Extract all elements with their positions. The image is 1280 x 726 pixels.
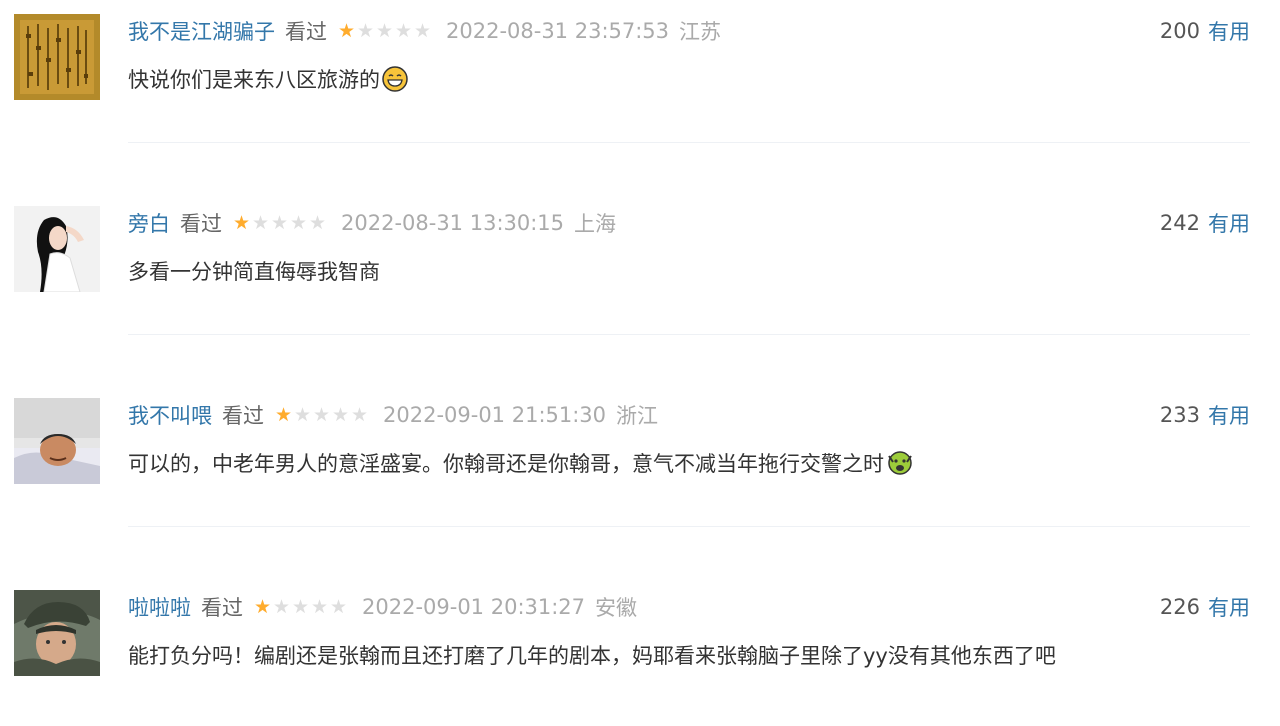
useful-button[interactable]: 有用 [1208, 16, 1250, 46]
rating-stars: ★ ★ ★ ★ ★ [232, 211, 327, 234]
comment-time: 2022-08-31 23:57:53 [446, 19, 670, 43]
comment-time: 2022-09-01 21:51:30 [383, 403, 607, 427]
vote-area: 233 有用 [1160, 399, 1250, 431]
comment-item: 啦啦啦 看过 ★ ★ ★ ★ ★ 2022-09-01 20:31:27 安徽 226 … [0, 576, 1280, 726]
comment-location: 安徽 [595, 596, 638, 620]
rating-stars: ★ ★ ★ ★ ★ [337, 19, 432, 42]
useful-button[interactable]: 有用 [1208, 592, 1250, 622]
star-empty-icon: ★ [350, 403, 369, 426]
scream-face-icon [886, 450, 914, 476]
comment-header: 旁白 看过 ★ ★ ★ ★ ★ 2022-08-31 13:30:15 上海 [128, 207, 616, 239]
comment-text: 可以的，中老年男人的意淫盛宴。你翰哥还是你翰哥，意气不减当年拖行交警之时 [128, 452, 884, 476]
star-empty-icon: ★ [413, 19, 432, 42]
star-empty-icon: ★ [375, 19, 394, 42]
watch-status: 看过 [180, 212, 222, 236]
vote-area: 200 有用 [1160, 15, 1250, 47]
comment-location: 上海 [574, 212, 617, 236]
avatar[interactable] [14, 590, 100, 676]
star-empty-icon: ★ [270, 211, 289, 234]
comment-content: 能打负分吗！编剧还是张翰而且还打磨了几年的剧本，妈耶看来张翰脑子里除了yy没有其… [128, 639, 1056, 671]
star-empty-icon: ★ [356, 19, 375, 42]
comment-location: 江苏 [679, 20, 722, 44]
username-link[interactable]: 旁白 [128, 208, 170, 238]
comment-item: 旁白 看过 ★ ★ ★ ★ ★ 2022-08-31 13:30:15 上海 242 有… [0, 192, 1280, 342]
star-empty-icon: ★ [272, 595, 291, 618]
rating-stars: ★ ★ ★ ★ ★ [274, 403, 369, 426]
watch-status: 看过 [285, 20, 327, 44]
username-link[interactable]: 我不是江湖骗子 [128, 16, 275, 46]
avatar[interactable] [14, 206, 100, 292]
watch-status: 看过 [201, 596, 243, 620]
comment-header: 我不叫喂 看过 ★ ★ ★ ★ ★ 2022-09-01 21:51:30 浙江 [128, 399, 658, 431]
comment-time: 2022-08-31 13:30:15 [341, 211, 565, 235]
star-empty-icon: ★ [312, 403, 331, 426]
comment-header: 啦啦啦 看过 ★ ★ ★ ★ ★ 2022-09-01 20:31:27 安徽 [128, 591, 637, 623]
star-filled-icon: ★ [253, 595, 272, 618]
star-empty-icon: ★ [289, 211, 308, 234]
star-filled-icon: ★ [274, 403, 293, 426]
star-empty-icon: ★ [310, 595, 329, 618]
comment-content: 可以的，中老年男人的意淫盛宴。你翰哥还是你翰哥，意气不减当年拖行交警之时 [128, 447, 914, 479]
grin-face-icon [382, 66, 408, 92]
vote-count: 226 [1159, 595, 1200, 619]
comment-location: 浙江 [616, 404, 659, 428]
vote-count: 242 [1159, 211, 1200, 235]
useful-button[interactable]: 有用 [1208, 400, 1250, 430]
comment-content: 快说你们是来东八区旅游的 [128, 63, 408, 95]
comment-header: 我不是江湖骗子 看过 ★ ★ ★ ★ ★ 2022-08-31 23:57:53 江苏 [128, 15, 721, 47]
rating-stars: ★ ★ ★ ★ ★ [253, 595, 348, 618]
divider [128, 334, 1250, 335]
star-empty-icon: ★ [291, 595, 310, 618]
vote-count: 200 [1159, 19, 1200, 43]
comment-text: 多看一分钟简直侮辱我智商 [128, 260, 380, 284]
comment-text: 能打负分吗！编剧还是张翰而且还打磨了几年的剧本，妈耶看来张翰脑子里除了yy没有其… [128, 644, 1056, 668]
star-filled-icon: ★ [337, 19, 356, 42]
star-empty-icon: ★ [308, 211, 327, 234]
useful-button[interactable]: 有用 [1208, 208, 1250, 238]
username-link[interactable]: 我不叫喂 [128, 400, 212, 430]
vote-area: 226 有用 [1160, 591, 1250, 623]
divider [128, 526, 1250, 527]
watch-status: 看过 [222, 404, 264, 428]
comment-time: 2022-09-01 20:31:27 [362, 595, 586, 619]
avatar[interactable] [14, 398, 100, 484]
vote-area: 242 有用 [1160, 207, 1250, 239]
comment-content: 多看一分钟简直侮辱我智商 [128, 255, 380, 287]
star-empty-icon: ★ [329, 595, 348, 618]
star-empty-icon: ★ [251, 211, 270, 234]
star-empty-icon: ★ [293, 403, 312, 426]
comment-item: 我不是江湖骗子 看过 ★ ★ ★ ★ ★ 2022-08-31 23:57:53 江苏 … [0, 0, 1280, 150]
avatar[interactable] [14, 14, 100, 100]
vote-count: 233 [1159, 403, 1200, 427]
star-filled-icon: ★ [232, 211, 251, 234]
username-link[interactable]: 啦啦啦 [128, 592, 191, 622]
star-empty-icon: ★ [331, 403, 350, 426]
comment-item: 我不叫喂 看过 ★ ★ ★ ★ ★ 2022-09-01 21:51:30 浙江 233… [0, 384, 1280, 534]
divider [128, 142, 1250, 143]
star-empty-icon: ★ [394, 19, 413, 42]
comment-text: 快说你们是来东八区旅游的 [128, 68, 380, 92]
